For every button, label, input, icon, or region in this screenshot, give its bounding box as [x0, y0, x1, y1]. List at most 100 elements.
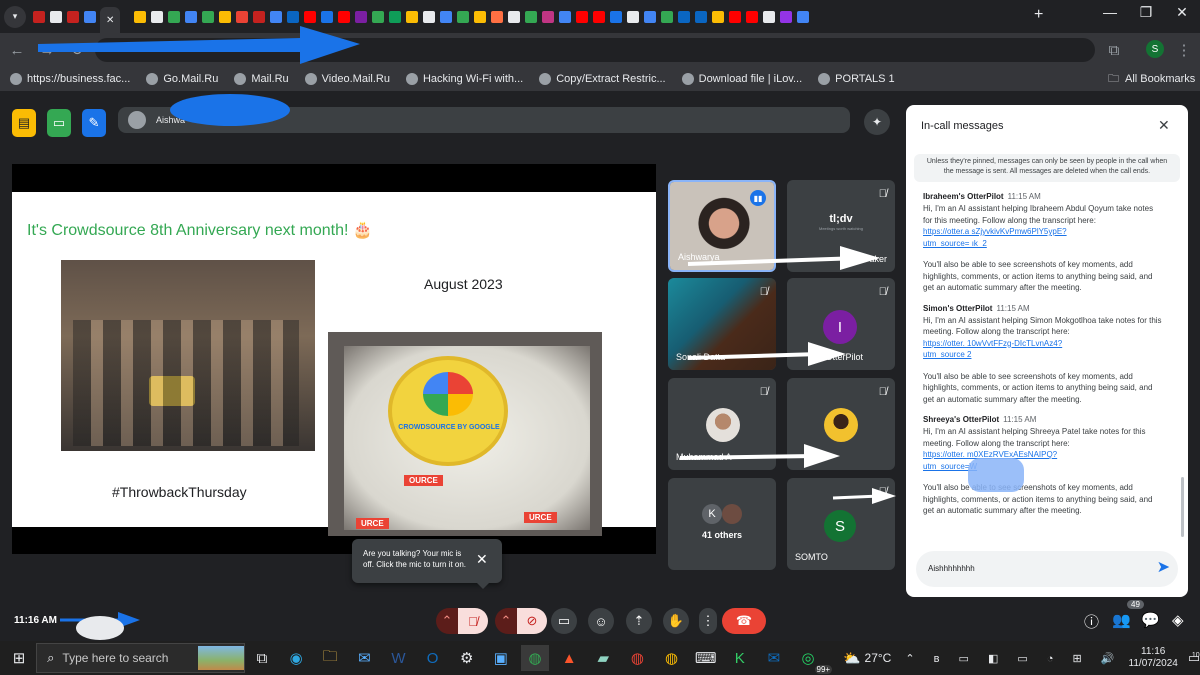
- tab-favicon-icon[interactable]: [491, 10, 503, 23]
- camera-toggle-button[interactable]: ⊘: [517, 608, 547, 634]
- restore-icon[interactable]: ❐: [1128, 4, 1164, 21]
- tab-favicon-icon[interactable]: [525, 10, 537, 23]
- more-options-button[interactable]: ⋮: [699, 608, 717, 634]
- tab-favicon-icon[interactable]: [508, 10, 520, 23]
- tab-favicon-icon[interactable]: [780, 10, 792, 23]
- tab-favicon-icon[interactable]: [49, 10, 62, 23]
- bookmark-item[interactable]: Go.Mail.Ru: [146, 73, 218, 85]
- chrome-profile-icon[interactable]: ◍: [623, 645, 651, 671]
- tab-favicon-icon[interactable]: [457, 10, 469, 23]
- bookmark-item[interactable]: Download file | iLov...: [681, 73, 802, 85]
- notification-center-icon[interactable]: ▭ 10: [1188, 650, 1200, 666]
- participant-tile-unnamed[interactable]: 🎙̸: [787, 378, 895, 470]
- transcript-link[interactable]: https://otter.a sZjyvkivKvPmw6PlY5ypE?: [923, 226, 1163, 238]
- transcript-link-params[interactable]: utm_source= ık_2: [923, 238, 1163, 250]
- close-window-icon[interactable]: ✕: [1164, 4, 1200, 21]
- tab-favicon-icon[interactable]: [678, 10, 690, 23]
- participant-tile-otterpilot[interactable]: 🎙̸ I OtterPilot: [787, 278, 895, 370]
- tldv-extension-icon[interactable]: ✎: [82, 109, 106, 137]
- participant-tile-tldv[interactable]: 🎙̸ tl;dv Meetings worth watching aker: [787, 180, 895, 272]
- mic-toggle-button[interactable]: 🎙̸: [458, 608, 488, 634]
- whatsapp-icon[interactable]: ◎ 99+: [794, 645, 833, 674]
- settings-icon[interactable]: ⚙: [453, 645, 481, 671]
- bookmark-item[interactable]: Copy/Extract Restric...: [539, 73, 666, 85]
- chat-close-icon[interactable]: ✕: [1158, 117, 1170, 134]
- leave-call-button[interactable]: ☎: [722, 608, 766, 634]
- bookmark-item[interactable]: PORTALS 1: [818, 73, 895, 85]
- tab-favicon-icon[interactable]: [729, 10, 741, 23]
- tab-favicon-icon[interactable]: [763, 10, 775, 23]
- tab-favicon-icon[interactable]: [372, 10, 384, 23]
- chat-scrollbar[interactable]: [1181, 477, 1184, 537]
- tab-favicon-icon[interactable]: [474, 10, 486, 23]
- brave-icon[interactable]: ▲: [555, 645, 583, 671]
- reload-icon[interactable]: ↻: [65, 38, 89, 62]
- reactions-button[interactable]: ☺: [588, 608, 614, 634]
- tab-favicon-icon[interactable]: [355, 10, 367, 23]
- tab-favicon-icon[interactable]: [287, 10, 299, 23]
- bookmark-item[interactable]: Hacking Wi-Fi with...: [405, 73, 523, 85]
- meeting-info-icon[interactable]: ⓘ: [1084, 611, 1099, 632]
- tab-favicon-icon[interactable]: [236, 10, 248, 23]
- tab-favicon-icon[interactable]: [610, 10, 622, 23]
- transcript-link-params[interactable]: utm_source 2: [923, 349, 1163, 361]
- raise-hand-button[interactable]: ✋: [663, 608, 689, 634]
- activities-icon[interactable]: ◈: [1172, 611, 1184, 629]
- taskbar-search-box[interactable]: ⌕ Type here to search: [36, 643, 245, 673]
- transcript-link[interactable]: https://otter. 10wVvtFFzg-DIcTLvnAz4?: [923, 338, 1163, 350]
- tab-search-chevron-icon[interactable]: ▾: [4, 5, 26, 28]
- present-button[interactable]: ⇡: [626, 608, 652, 634]
- system-tray-icons[interactable]: ⌃ ʙ ▭ ◧ ▭ ◔ ⊞ 🔊: [905, 652, 1122, 665]
- browser-menu-icon[interactable]: ⋮: [1172, 38, 1196, 62]
- tab-favicon-icon[interactable]: [338, 10, 350, 23]
- address-bar[interactable]: [95, 38, 1095, 62]
- tab-favicon-icon[interactable]: [253, 10, 265, 23]
- word-icon[interactable]: W: [384, 645, 412, 671]
- tab-favicon-icon[interactable]: [627, 10, 639, 23]
- tab-favicon-icon[interactable]: [576, 10, 588, 23]
- task-view-icon[interactable]: ⧉: [248, 645, 276, 671]
- tab-favicon-icon[interactable]: [32, 10, 45, 23]
- active-tab[interactable]: ✕: [100, 7, 121, 33]
- transcript-link-params[interactable]: utm_source=W: [923, 461, 1163, 473]
- tab-favicon-icon[interactable]: [661, 10, 673, 23]
- people-icon[interactable]: 👥: [1112, 611, 1131, 629]
- presenter-chip[interactable]: Aishwa: [118, 107, 850, 133]
- magic-wand-icon[interactable]: ✦: [864, 109, 890, 135]
- tooltip-close-icon[interactable]: ✕: [476, 551, 488, 568]
- tab-favicon-icon[interactable]: [202, 10, 214, 23]
- chrome-icon-2[interactable]: ◍: [657, 645, 685, 671]
- chrome-icon[interactable]: ◍: [520, 645, 550, 671]
- participant-tile-somto[interactable]: 🎙̸ S SOMTO: [787, 478, 895, 570]
- bookmark-item[interactable]: https://business.fac...: [10, 73, 130, 85]
- participant-tile-aishwarya[interactable]: ▮▮ Aishwarya: [668, 180, 776, 272]
- chat-input[interactable]: Aishhhhhhhh ➤: [916, 551, 1178, 587]
- tab-favicon-icon[interactable]: [423, 10, 435, 23]
- tab-favicon-icon[interactable]: [304, 10, 316, 23]
- tab-favicon-icon[interactable]: [219, 10, 231, 23]
- captions-button[interactable]: ▭: [551, 608, 577, 634]
- profile-avatar[interactable]: S: [1146, 40, 1164, 58]
- camera-options-button[interactable]: ⌃: [495, 608, 517, 634]
- tab-favicon-icon[interactable]: [797, 10, 809, 23]
- remote-desktop-icon[interactable]: ▣: [487, 645, 515, 671]
- tab-favicon-icon[interactable]: [593, 10, 605, 23]
- companion-icon[interactable]: ▭: [47, 109, 71, 137]
- extensions-icon[interactable]: ⧉: [1102, 38, 1126, 62]
- transcript-link[interactable]: https://otter. m0XEzRVExAEsNAIPQ?: [923, 449, 1163, 461]
- weather-temp[interactable]: 27°C: [865, 651, 892, 665]
- tab-favicon-icon[interactable]: [746, 10, 758, 23]
- weather-icon[interactable]: ⛅: [843, 650, 860, 667]
- outlook-icon[interactable]: O: [419, 645, 447, 671]
- mail-icon[interactable]: ✉: [350, 645, 378, 671]
- tab-favicon-icon[interactable]: [321, 10, 333, 23]
- new-tab-button[interactable]: +: [1034, 6, 1043, 24]
- outlook-new-icon[interactable]: ✉: [760, 645, 788, 671]
- tab-favicon-icon[interactable]: [134, 10, 146, 23]
- back-icon[interactable]: ←: [5, 38, 29, 62]
- participant-tile-sonali[interactable]: 🎙̸ Sonali Datta: [668, 278, 776, 370]
- tab-favicon-icon[interactable]: [440, 10, 452, 23]
- notes-app-icon[interactable]: ▰: [589, 645, 617, 671]
- tab-favicon-icon[interactable]: [389, 10, 401, 23]
- bookmark-item[interactable]: Video.Mail.Ru: [304, 73, 390, 85]
